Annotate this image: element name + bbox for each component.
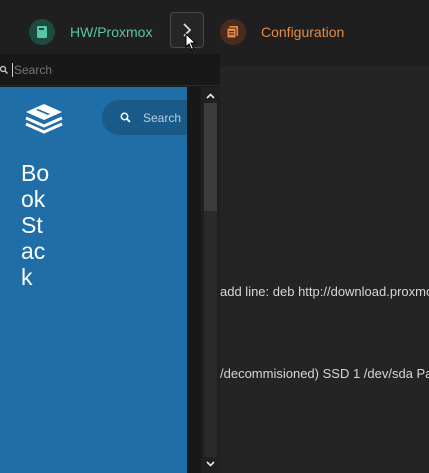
breadcrumb-dropdown: Search BookStack [0, 54, 220, 473]
content-line: /decommisioned) SSD 1 /dev/sda Partition [220, 366, 429, 381]
scroll-thumb[interactable] [204, 103, 217, 211]
breadcrumb-chapter[interactable]: Configuration [220, 18, 344, 46]
search-icon [120, 112, 131, 123]
chapter-icon [220, 19, 246, 45]
mouse-cursor-icon [185, 33, 197, 51]
dropdown-preview[interactable]: Search BookStack [0, 87, 187, 473]
content-line: add line: deb http://download.proxmox.co… [220, 284, 429, 299]
breadcrumb-book[interactable]: HW/Proxmox [29, 18, 152, 46]
breadcrumb-book-label[interactable]: HW/Proxmox [70, 24, 152, 40]
scroll-down-icon[interactable] [201, 457, 220, 471]
scroll-up-icon[interactable] [201, 89, 220, 103]
search-icon [0, 64, 10, 76]
preview-search-placeholder: Search [143, 110, 182, 125]
dropdown-search [0, 54, 220, 86]
dropdown-scrollbar[interactable] [201, 87, 220, 473]
dropdown-search-input[interactable] [12, 62, 212, 77]
preview-search-box[interactable]: Search [102, 100, 187, 135]
bookstack-logo-icon [22, 100, 66, 143]
breadcrumb-chapter-label[interactable]: Configuration [261, 24, 344, 40]
book-icon [29, 19, 55, 45]
page-content: add line: deb http://download.proxmox.co… [187, 66, 429, 473]
bookstack-brand-text: BookStack [21, 160, 50, 290]
